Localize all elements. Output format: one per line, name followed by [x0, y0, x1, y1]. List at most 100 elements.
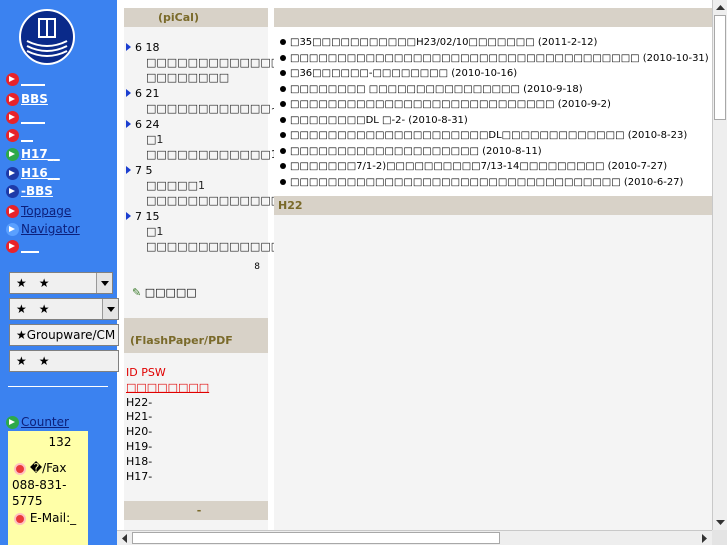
scroll-up-icon[interactable] [713, 0, 727, 15]
red-link[interactable]: □□□□□□□□ [126, 381, 268, 396]
year-link-h21[interactable]: H21- [126, 410, 268, 425]
event-item[interactable]: 6 18 □□□□□□□□□□□□□1 □□□□□□□□ [126, 40, 288, 85]
news-text[interactable]: □35□□□□□□□□□□□H23/02/10□□□□□□□ [290, 37, 535, 48]
bullet-icon [280, 70, 286, 76]
nav-item-h16[interactable]: H16__ [6, 165, 60, 181]
select-menu-4[interactable]: ★ ★ [9, 350, 119, 372]
news-text[interactable]: □□□□□□□□ □□□□□□□□□□□□□□□□ [290, 84, 520, 95]
scroll-right-icon[interactable] [697, 531, 712, 546]
event-date: 6 24 [135, 118, 160, 131]
nav-item-h17[interactable]: H17__ [6, 146, 60, 162]
nav-link[interactable]: ____ [21, 72, 45, 86]
vertical-scrollbar[interactable] [712, 0, 727, 530]
news-text[interactable]: □□□□□□□□□□□□□□□□□□□□□DL□□□□□□□□□□□□□ [290, 130, 625, 141]
news-item[interactable]: □□□□□□□□ □□□□□□□□□□□□□□□□ (2010-9-18) [274, 82, 712, 98]
news-item[interactable]: □35□□□□□□□□□□□H23/02/10□□□□□□□ (2011-2-1… [274, 35, 712, 51]
event-text[interactable]: □1 □□□□□□□□□□□□14:00□ [126, 132, 313, 162]
nav-link[interactable]: H17__ [21, 147, 60, 161]
vertical-scroll-thumb[interactable] [714, 15, 726, 120]
arrow-right-icon [6, 184, 19, 198]
scroll-left-icon[interactable] [117, 531, 132, 546]
more-events-label[interactable]: □□□□□ [145, 286, 197, 299]
email-label[interactable]: E-Mail:_ [30, 511, 76, 525]
nav-link[interactable]: BBS [21, 92, 48, 106]
news-text[interactable]: □□□□□□□□□□□□□□□□□□□□□□□□□□□□□□□□□□□□□ [290, 53, 640, 64]
news-date: (2011-2-12) [537, 37, 598, 48]
event-text[interactable]: □1 □□□□□□□□□□□□□14:00□ [126, 224, 323, 254]
news-item[interactable]: □□□□□□□□□□□□□□□□□□□□□DL□□□□□□□□□□□□□ (20… [274, 128, 712, 144]
nav-link[interactable]: -BBS [21, 184, 53, 198]
chevron-down-icon[interactable] [96, 273, 112, 293]
event-text[interactable]: □□□□□□□□□□□□~ [126, 101, 280, 116]
news-date: (2010-10-16) [451, 68, 518, 79]
phone-number: 088-831-5775 [12, 478, 67, 508]
news-item[interactable]: □□□□□□□7/1-2)□□□□□□□□□□7/13-14□□□□□□□□□ … [274, 159, 712, 175]
event-text[interactable]: □□□□□□□□□□□□□1 □□□□□□□□ [126, 55, 288, 85]
news-text[interactable]: □□□□□□□□□□□□□□□□□□□□□□□□□□□□ [290, 99, 555, 110]
divider [8, 386, 108, 387]
triangle-right-icon [126, 43, 131, 51]
bullet-icon [280, 54, 286, 61]
select-menu-3[interactable]: ★Groupware/CM [9, 324, 119, 346]
nav-link[interactable]: Toppage [21, 204, 71, 218]
news-text[interactable]: □36□□□□□□-□□□□□□□□ [290, 68, 448, 79]
select-menu-2[interactable]: ★ ★ [9, 298, 119, 320]
nav-link[interactable]: __ [21, 128, 33, 142]
horizontal-scrollbar[interactable] [117, 530, 712, 545]
event-item[interactable]: 7 15 □1 □□□□□□□□□□□□□14:00□ [126, 209, 323, 254]
arrow-right-icon [6, 110, 19, 124]
nav-item-toppage[interactable]: Toppage [6, 203, 71, 219]
counter-link-row[interactable]: Counter [6, 414, 69, 430]
event-text[interactable]: □□□□□1 □□□□□□□□□□□□□6□□□ [126, 178, 319, 208]
nav-link[interactable]: ___ [21, 239, 39, 253]
news-item[interactable]: □□□□□□□□□□□□□□□□□□□□□□□□□□□□□□□□□□□□□ (2… [274, 51, 712, 67]
horizontal-scroll-thumb[interactable] [132, 532, 500, 544]
news-text[interactable]: □□□□□□□7/1-2)□□□□□□□□□□7/13-14□□□□□□□□□ [290, 161, 604, 172]
nav-item-4[interactable]: __ [6, 127, 33, 143]
news-item[interactable]: □□□□□□□□□□□□□□□□□□□□ (2010-8-11) [274, 144, 712, 160]
news-date: (2010-9-18) [523, 83, 583, 95]
fax-label: �/Fax [29, 461, 67, 475]
year-link-h17[interactable]: H17- [126, 470, 268, 485]
calendar-header: (piCal) [124, 8, 268, 27]
year-link-h19[interactable]: H19- [126, 440, 268, 455]
nav-item-1[interactable]: ____ [6, 71, 45, 87]
more-events-link[interactable]: ✎ □□□□□ [132, 286, 268, 299]
event-item[interactable]: 7 5 □□□□□1 □□□□□□□□□□□□□6□□□ [126, 163, 319, 208]
select-menu-1[interactable]: ★ ★ [9, 272, 113, 294]
event-list: 6 18 □□□□□□□□□□□□□1 □□□□□□□□ 6 21 □□□□□□… [124, 27, 323, 254]
news-date: (2010-6-27) [623, 176, 684, 188]
nav-item-navigator[interactable]: Navigator [6, 221, 80, 237]
news-text[interactable]: □□□□□□□□DL □-2- [290, 115, 405, 126]
news-date: (2010-8-11) [482, 145, 542, 157]
nav-link[interactable]: H16__ [21, 166, 60, 180]
news-list: □35□□□□□□□□□□□H23/02/10□□□□□□□ (2011-2-1… [274, 27, 712, 196]
news-text[interactable]: □□□□□□□□□□□□□□□□□□□□□□□□□□□□□□□□□□□ [290, 177, 621, 188]
counter-value: 132 [48, 435, 72, 449]
footer-header: - [124, 501, 268, 521]
news-item[interactable]: □36□□□□□□-□□□□□□□□ (2010-10-16) [274, 66, 712, 82]
nav-item-bbs[interactable]: BBS [6, 91, 48, 107]
news-item[interactable]: □□□□□□□□□□□□□□□□□□□□□□□□□□□□ (2010-9-2) [274, 97, 712, 113]
event-item[interactable]: 6 24 □1 □□□□□□□□□□□□14:00□ [126, 117, 313, 162]
chevron-down-icon[interactable] [102, 299, 118, 319]
news-header [274, 8, 712, 27]
event-item[interactable]: 6 21 □□□□□□□□□□□□~ [126, 86, 280, 116]
scroll-down-icon[interactable] [713, 515, 727, 530]
year-link-h22[interactable]: H22- [126, 396, 268, 411]
bullet-icon [280, 147, 286, 154]
school-logo[interactable] [19, 9, 75, 65]
counter-link[interactable]: Counter [21, 415, 69, 429]
event-date: 6 18 [135, 41, 160, 54]
triangle-right-icon [126, 120, 131, 128]
nav-link[interactable]: Navigator [21, 222, 80, 236]
news-text[interactable]: □□□□□□□□□□□□□□□□□□□□ [290, 146, 479, 157]
nav-item-10[interactable]: ___ [6, 238, 39, 254]
news-item[interactable]: □□□□□□□□□□□□□□□□□□□□□□□□□□□□□□□□□□□ (201… [274, 175, 712, 197]
nav-item-3[interactable]: ____ [6, 109, 45, 125]
year-link-h20[interactable]: H20- [126, 425, 268, 440]
news-item[interactable]: □□□□□□□□DL □-2- (2010-8-31) [274, 113, 712, 129]
year-link-h18[interactable]: H18- [126, 455, 268, 470]
nav-link[interactable]: ____ [21, 110, 45, 124]
nav-item-bbs2[interactable]: -BBS [6, 183, 53, 199]
